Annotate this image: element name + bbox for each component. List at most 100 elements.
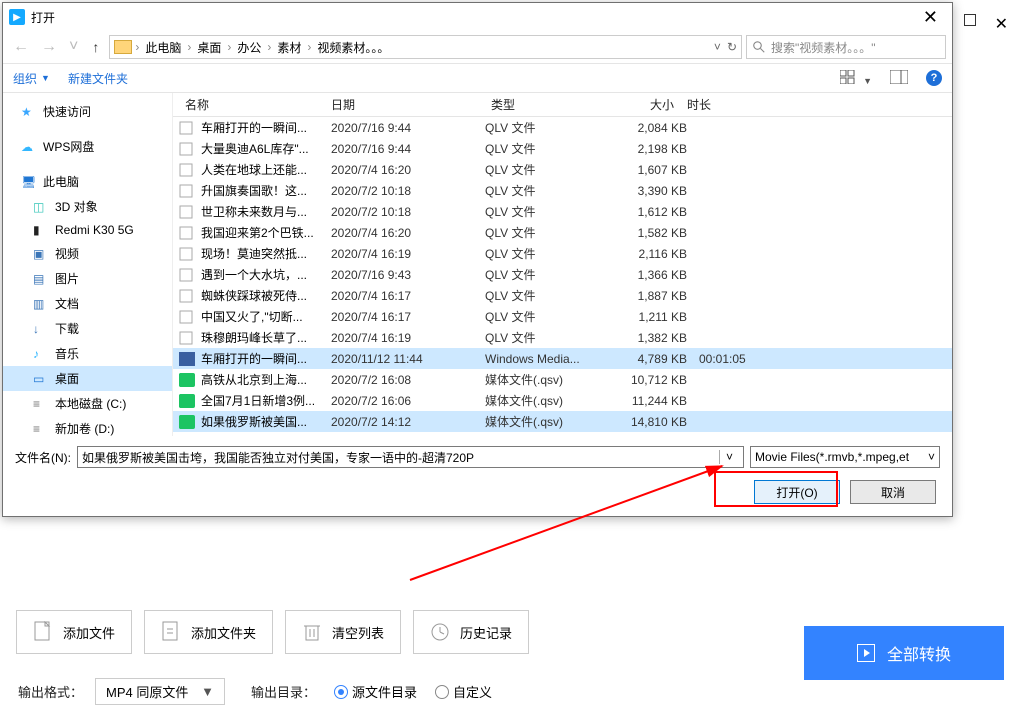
folder-icon <box>114 40 132 54</box>
view-mode-icon[interactable]: ▼ <box>840 70 872 87</box>
sidebar-item[interactable]: ★快速访问 <box>3 99 172 124</box>
nav-dropdown-icon[interactable]: ˅ <box>65 38 82 56</box>
table-row[interactable]: 珠穆朗玛峰长草了...2020/7/4 16:19QLV 文件1,382 KB <box>173 327 952 348</box>
search-icon <box>753 41 765 53</box>
col-size[interactable]: 大小 <box>605 96 681 113</box>
help-icon[interactable]: ? <box>926 70 942 86</box>
col-name[interactable]: 名称 <box>179 96 325 113</box>
new-folder-button[interactable]: 新建文件夹 <box>68 70 128 87</box>
col-date[interactable]: 日期 <box>325 96 485 113</box>
table-row[interactable]: 世卫称未来数月与...2020/7/2 10:18QLV 文件1,612 KB <box>173 201 952 222</box>
table-row[interactable]: 如果俄罗斯被美国...2020/7/2 14:12媒体文件(.qsv)14,81… <box>173 411 952 432</box>
sidebar-item-label: 音乐 <box>55 345 79 362</box>
dialog-title: 打开 <box>31 9 55 26</box>
sidebar-item-label: Redmi K30 5G <box>55 223 134 237</box>
search-input[interactable]: 搜索"视频素材。。。" <box>746 35 946 59</box>
cancel-button[interactable]: 取消 <box>850 480 936 504</box>
music-icon: ♪ <box>33 347 49 361</box>
breadcrumb-item[interactable]: 桌面 <box>194 39 224 56</box>
organize-button[interactable]: 组织 ▼ <box>13 70 50 87</box>
radio-source-dir[interactable]: 源文件目录 <box>334 682 417 701</box>
sidebar-item[interactable]: ≡新加卷 (D:) <box>3 416 172 436</box>
table-row[interactable]: 我国迎来第2个巴铁...2020/7/4 16:20QLV 文件1,582 KB <box>173 222 952 243</box>
breadcrumb-item[interactable]: 办公 <box>234 39 264 56</box>
file-type-icon <box>179 184 195 198</box>
breadcrumb-item[interactable]: 此电脑 <box>142 39 184 56</box>
out-format-select[interactable]: MP4 同原文件▼ <box>95 678 225 705</box>
output-settings: 输出格式： MP4 同原文件▼ 输出目录： 源文件目录 自定义 <box>18 678 492 705</box>
sidebar-item-label: 下载 <box>55 320 79 337</box>
table-row[interactable]: 大量奥迪A6L库存"...2020/7/16 9:44QLV 文件2,198 K… <box>173 138 952 159</box>
sidebar-item[interactable]: ☁WPS网盘 <box>3 134 172 159</box>
doc-icon: ▥ <box>33 297 49 311</box>
table-row[interactable]: 高铁从北京到上海...2020/7/2 16:08媒体文件(.qsv)10,71… <box>173 369 952 390</box>
table-row[interactable]: 车厢打开的一瞬间...2020/11/12 11:44Windows Media… <box>173 348 952 369</box>
disk-icon: ≡ <box>33 422 49 436</box>
table-row[interactable]: 升国旗奏国歌！这...2020/7/2 10:18QLV 文件3,390 KB <box>173 180 952 201</box>
table-row[interactable]: 遇到一个大水坑，...2020/7/16 9:43QLV 文件1,366 KB <box>173 264 952 285</box>
table-row[interactable]: 蜘蛛侠踩球被死侍...2020/7/4 16:17QLV 文件1,887 KB <box>173 285 952 306</box>
sidebar-item[interactable]: ▥文档 <box>3 291 172 316</box>
filename-input[interactable]: 如果俄罗斯被美国击垮，我国能否独立对付美国，专家一语中的-超清720P ˅ <box>77 446 744 468</box>
file-type-icon <box>179 142 195 156</box>
out-format-label: 输出格式： <box>18 682 83 701</box>
sidebar-item[interactable]: ▤图片 <box>3 266 172 291</box>
trash-icon <box>302 621 322 643</box>
radio-custom-dir[interactable]: 自定义 <box>435 682 492 701</box>
file-type-icon <box>179 289 195 303</box>
close-icon[interactable]: ✕ <box>915 7 946 28</box>
sidebar-item[interactable]: ▣视频 <box>3 241 172 266</box>
play-icon <box>857 644 875 662</box>
table-row[interactable]: 人类在地球上还能...2020/7/4 16:20QLV 文件1,607 KB <box>173 159 952 180</box>
nav-back-icon[interactable]: ← <box>9 38 33 56</box>
sidebar-item[interactable]: ≡本地磁盘 (C:) <box>3 391 172 416</box>
file-type-icon <box>179 310 195 324</box>
col-type[interactable]: 类型 <box>485 96 605 113</box>
sidebar-item[interactable]: ▭桌面 <box>3 366 172 391</box>
breadcrumb-item[interactable]: 视频素材。。。 <box>314 39 392 56</box>
refresh-icon[interactable]: ↻ <box>727 40 737 54</box>
col-duration[interactable]: 时长 <box>681 96 761 113</box>
sidebar-item[interactable]: 🖥此电脑 <box>3 169 172 194</box>
table-row[interactable]: 全国7月1日新增3例...2020/7/2 16:06媒体文件(.qsv)11,… <box>173 390 952 411</box>
sidebar-item[interactable]: ↓下载 <box>3 316 172 341</box>
chevron-down-icon: ▼ <box>201 684 214 699</box>
table-row[interactable]: 车厢打开的一瞬间...2020/7/16 9:44QLV 文件2,084 KB <box>173 117 952 138</box>
titlebar: ▶ 打开 ✕ <box>3 3 952 31</box>
chevron-down-icon[interactable]: ˅ <box>928 450 935 464</box>
file-type-icon <box>179 373 195 387</box>
parent-maximize[interactable] <box>964 14 976 26</box>
history-button[interactable]: 历史记录 <box>413 610 529 654</box>
sidebar-item[interactable]: ▮ Redmi K30 5G <box>3 219 172 241</box>
convert-all-button[interactable]: 全部转换 <box>804 626 1004 680</box>
table-row[interactable]: 中国又火了,"切断...2020/7/4 16:17QLV 文件1,211 KB <box>173 306 952 327</box>
add-folder-button[interactable]: 添加文件夹 <box>144 610 273 654</box>
addr-dropdown-icon[interactable]: ˅ <box>714 40 721 54</box>
preview-pane-icon[interactable] <box>890 70 908 87</box>
file-type-icon <box>179 163 195 177</box>
add-file-button[interactable]: 添加文件 <box>16 610 132 654</box>
file-type-icon <box>179 205 195 219</box>
sidebar-item[interactable]: ♪ 音乐 <box>3 341 172 366</box>
parent-close[interactable]: ✕ <box>995 14 1008 34</box>
sidebar-item[interactable]: ◫3D 对象 <box>3 194 172 219</box>
column-headers[interactable]: 名称 日期 类型 大小 时长 <box>173 93 952 117</box>
out-dir-label: 输出目录： <box>251 682 316 701</box>
clock-icon <box>430 621 450 643</box>
address-bar[interactable]: › 此电脑› 桌面› 办公› 素材› 视频素材。。。 ˅↻ <box>109 35 742 59</box>
nav-forward-icon[interactable]: → <box>37 38 61 56</box>
clear-list-button[interactable]: 清空列表 <box>285 610 401 654</box>
file-type-icon <box>179 352 195 366</box>
table-row[interactable]: 现场！莫迪突然抵...2020/7/4 16:19QLV 文件2,116 KB <box>173 243 952 264</box>
annotation-highlight <box>714 471 838 507</box>
file-type-icon <box>179 415 195 429</box>
breadcrumb-item[interactable]: 素材 <box>274 39 304 56</box>
navbar: ← → ˅ ↑ › 此电脑› 桌面› 办公› 素材› 视频素材。。。 ˅↻ 搜索… <box>3 31 952 63</box>
file-type-filter[interactable]: Movie Files(*.rmvb,*.mpeg,et ˅ <box>750 446 940 468</box>
sidebar-item-label: 图片 <box>55 270 79 287</box>
phone-icon: ▮ <box>33 223 49 237</box>
file-rows: 车厢打开的一瞬间...2020/7/16 9:44QLV 文件2,084 KB大… <box>173 117 952 436</box>
chevron-down-icon[interactable]: ˅ <box>719 450 739 464</box>
nav-up-icon[interactable]: ↑ <box>86 39 105 55</box>
file-type-icon <box>179 226 195 240</box>
